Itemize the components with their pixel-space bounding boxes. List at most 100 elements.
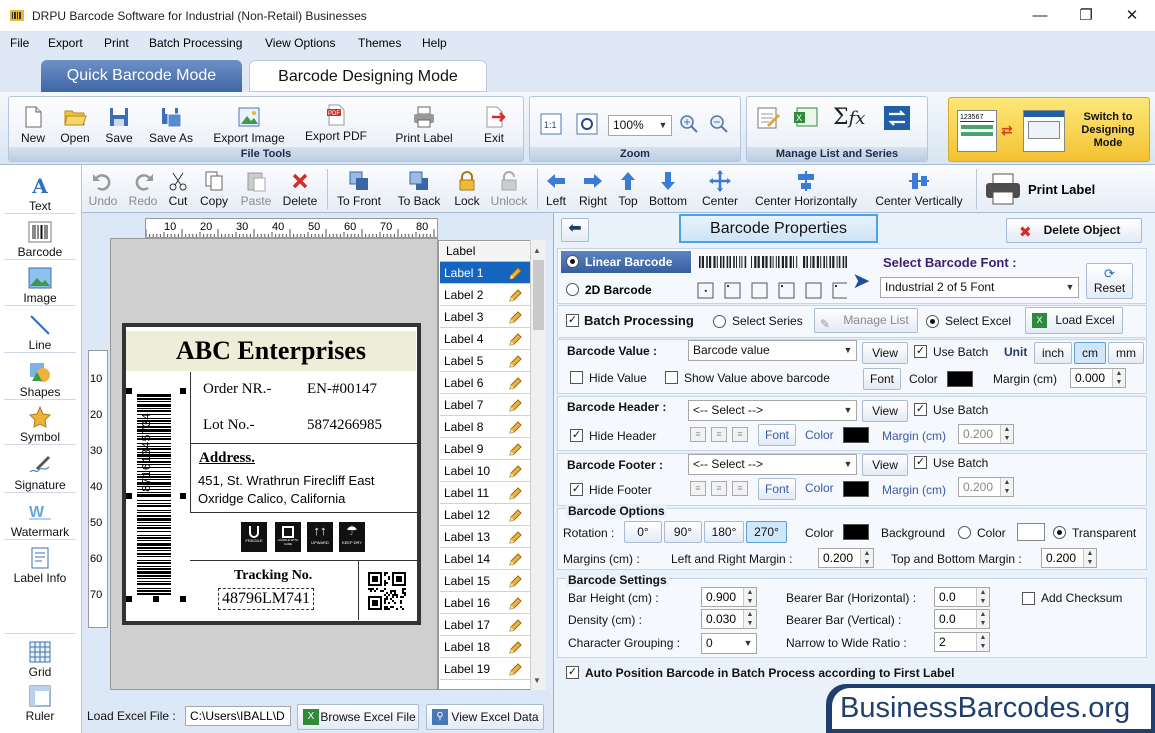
pencil-icon[interactable] bbox=[508, 332, 522, 346]
label-list-scrollbar[interactable]: ▲ ▼ bbox=[530, 240, 546, 690]
view-footer-button[interactable]: View bbox=[862, 454, 908, 476]
edit-list-icon[interactable] bbox=[755, 105, 781, 131]
spin-icon[interactable]: ▲ ▼ bbox=[976, 610, 989, 628]
density-input[interactable]: 0.030 ▲ ▼ bbox=[701, 609, 757, 629]
handle-with-care-icon[interactable]: HANDLE WITH CARE bbox=[275, 522, 301, 552]
pencil-icon[interactable] bbox=[508, 288, 522, 302]
align-center-button[interactable]: Center bbox=[698, 170, 742, 208]
lock-button[interactable]: Lock bbox=[452, 170, 482, 208]
value-margin-input[interactable]: 0.000 ▲ ▼ bbox=[1070, 368, 1126, 388]
label-list-item[interactable]: Label 1 bbox=[440, 262, 530, 284]
manage-list-button[interactable]: ✎ Manage List bbox=[814, 308, 918, 333]
use-batch-header-checkbox[interactable]: ✓ bbox=[914, 403, 927, 416]
tool-text[interactable]: A Text bbox=[2, 175, 78, 213]
menu-view-options[interactable]: View Options bbox=[265, 36, 335, 50]
menu-themes[interactable]: Themes bbox=[358, 36, 401, 50]
spin-icon[interactable]: ▲ ▼ bbox=[976, 633, 989, 651]
label-list-item[interactable]: Label 10 bbox=[440, 460, 530, 482]
label-list-item[interactable]: Label 6 bbox=[440, 372, 530, 394]
select-excel-radio[interactable] bbox=[926, 315, 939, 328]
actual-size-icon[interactable]: 1:1 bbox=[540, 113, 562, 135]
redo-button[interactable]: Redo bbox=[126, 170, 160, 208]
spin-icon[interactable]: ▲ ▼ bbox=[1112, 369, 1125, 387]
label-list-item[interactable]: Label 17 bbox=[440, 614, 530, 636]
back-button[interactable]: ⬅ bbox=[561, 218, 589, 242]
label-list-item[interactable]: Label 4 bbox=[440, 328, 530, 350]
footer-font-button[interactable]: Font bbox=[758, 478, 796, 500]
label-company-name[interactable]: ABC Enterprises bbox=[126, 331, 416, 371]
align-center-icon[interactable]: ≡ bbox=[711, 481, 727, 496]
exit-button[interactable]: Exit bbox=[479, 105, 509, 145]
use-batch-footer-checkbox[interactable]: ✓ bbox=[914, 456, 927, 469]
minimize-icon[interactable]: — bbox=[1017, 0, 1063, 32]
label-list-item[interactable]: Label 14 bbox=[440, 548, 530, 570]
char-grouping-select[interactable]: 0 ▼ bbox=[701, 633, 757, 654]
pencil-icon[interactable] bbox=[508, 662, 522, 676]
fragile-icon[interactable]: FRAGILE bbox=[241, 522, 267, 552]
paste-button[interactable]: Paste bbox=[238, 170, 274, 208]
tool-shapes[interactable]: Shapes bbox=[2, 361, 78, 399]
view-header-button[interactable]: View bbox=[862, 400, 908, 422]
unit-mm-button[interactable]: mm bbox=[1108, 342, 1144, 364]
tool-watermark[interactable]: W Watermark bbox=[2, 501, 78, 539]
unlock-button[interactable]: Unlock bbox=[488, 170, 530, 208]
rotation-90-button[interactable]: 90° bbox=[664, 521, 702, 543]
excel-path-input[interactable]: C:\Users\IBALL\D bbox=[185, 706, 291, 726]
2d-barcode-option[interactable]: 2D Barcode bbox=[561, 280, 691, 300]
tb-margin-input[interactable]: 0.200 ▲ ▼ bbox=[1041, 548, 1097, 568]
tool-signature[interactable]: Signature bbox=[2, 454, 78, 492]
to-back-button[interactable]: To Back bbox=[394, 170, 444, 208]
copy-button[interactable]: Copy bbox=[198, 170, 230, 208]
rotation-270-button[interactable]: 270° bbox=[746, 521, 787, 543]
center-horizontally-button[interactable]: Center Horizontally bbox=[748, 170, 864, 208]
sigma-fx-icon[interactable]: Σfx bbox=[833, 105, 865, 130]
pencil-icon[interactable] bbox=[508, 618, 522, 632]
spin-icon[interactable]: ▲ ▼ bbox=[1000, 478, 1013, 496]
browse-excel-button[interactable]: X Browse Excel File bbox=[297, 704, 419, 730]
hide-footer-checkbox[interactable]: ✓ bbox=[570, 483, 583, 496]
pencil-icon[interactable] bbox=[508, 420, 522, 434]
menu-print[interactable]: Print bbox=[104, 36, 129, 50]
pencil-icon[interactable] bbox=[508, 596, 522, 610]
header-font-button[interactable]: Font bbox=[758, 424, 796, 446]
2d-barcode-samples[interactable] bbox=[697, 282, 847, 299]
label-list-item[interactable]: Label 9 bbox=[440, 438, 530, 460]
spin-icon[interactable]: ▲ ▼ bbox=[976, 588, 989, 606]
barcode-color-swatch[interactable] bbox=[843, 524, 869, 540]
select-series-radio[interactable] bbox=[713, 315, 726, 328]
label-tracking-value[interactable]: 48796LM741 bbox=[218, 588, 314, 610]
label-list-item[interactable]: Label 19 bbox=[440, 658, 530, 680]
tool-label-info[interactable]: Label Info bbox=[2, 547, 78, 585]
bearer-horizontal-input[interactable]: 0.0 ▲ ▼ bbox=[934, 587, 990, 607]
center-vertically-button[interactable]: Center Vertically bbox=[868, 170, 970, 208]
print-label-toolbar-button[interactable]: Print Label bbox=[984, 170, 1102, 208]
pencil-icon[interactable] bbox=[508, 640, 522, 654]
label-list-item[interactable]: Label 8 bbox=[440, 416, 530, 438]
footer-margin-input[interactable]: 0.200 ▲ ▼ bbox=[958, 477, 1014, 497]
save-button[interactable]: Save bbox=[101, 105, 137, 145]
export-pdf-button[interactable]: PDF Export PDF bbox=[301, 103, 371, 143]
label-order-title[interactable]: Order NR.- bbox=[203, 381, 271, 398]
pencil-icon[interactable] bbox=[508, 310, 522, 324]
label-lot-title[interactable]: Lot No.- bbox=[203, 417, 255, 434]
header-select[interactable]: <-- Select --> ▼ bbox=[688, 400, 857, 421]
header-color-swatch[interactable] bbox=[843, 427, 869, 443]
keep-dry-icon[interactable]: ☂ KEEP DRY bbox=[339, 522, 365, 552]
label-address-line[interactable]: 451, St. Wrathrun Firecliff East bbox=[198, 473, 375, 488]
footer-color-swatch[interactable] bbox=[843, 481, 869, 497]
delete-object-button[interactable]: ✖ Delete Object bbox=[1006, 218, 1142, 243]
menu-batch-processing[interactable]: Batch Processing bbox=[149, 36, 242, 50]
tool-ruler[interactable]: Ruler bbox=[2, 685, 78, 723]
label-tracking-title[interactable]: Tracking No. bbox=[234, 568, 312, 584]
print-label-button[interactable]: Print Label bbox=[389, 105, 459, 145]
label-list-item[interactable]: Label 15 bbox=[440, 570, 530, 592]
view-excel-data-button[interactable]: ⚲ View Excel Data bbox=[426, 704, 544, 730]
pencil-icon[interactable] bbox=[508, 398, 522, 412]
use-batch-value-checkbox[interactable]: ✓ bbox=[914, 345, 927, 358]
spin-icon[interactable]: ▲ ▼ bbox=[1000, 425, 1013, 443]
linear-barcode-samples[interactable] bbox=[697, 254, 847, 270]
tool-grid[interactable]: Grid bbox=[2, 641, 78, 679]
menu-file[interactable]: File bbox=[10, 36, 29, 50]
switch-designing-mode-button[interactable]: 123567 ⇄ Switch to Designing Mode bbox=[948, 97, 1150, 162]
align-top-button[interactable]: Top bbox=[614, 170, 642, 208]
